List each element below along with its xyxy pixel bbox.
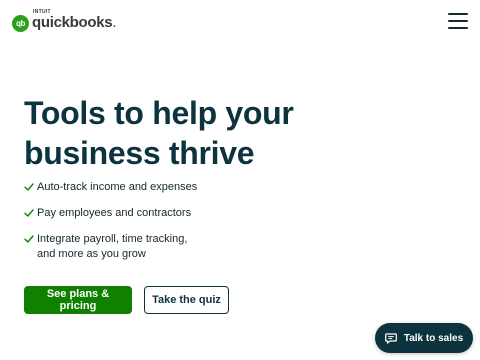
feature-list: Auto-track income and expenses Pay emplo… (24, 180, 197, 273)
feature-item: Auto-track income and expenses (24, 180, 197, 195)
logo-intuit-label: INTUIT (33, 9, 51, 15)
checkmark-icon (24, 235, 34, 243)
quickbooks-logo[interactable]: qb INTUIT quickbooks. (12, 9, 117, 32)
talk-to-sales-label: Talk to sales (403, 332, 464, 344)
hero-headline: Tools to help your business thrive (24, 95, 294, 171)
feature-item: Pay employees and contractors (24, 206, 197, 221)
menu-line (448, 27, 468, 29)
see-plans-pricing-button[interactable]: See plans & pricing (24, 286, 132, 314)
feature-text: Auto-track income and expenses (37, 181, 198, 193)
hamburger-menu-icon[interactable] (448, 13, 468, 29)
menu-line (448, 20, 468, 22)
qb-logo-icon: qb (12, 14, 29, 32)
take-quiz-button[interactable]: Take the quiz (144, 286, 229, 314)
feature-text: Pay employees and contractors (37, 207, 192, 219)
feature-text: Integrate payroll, time tracking, and mo… (37, 233, 188, 260)
logo-name-label: quickbooks (32, 14, 113, 31)
logo-wordmark: INTUIT quickbooks. (32, 9, 117, 32)
chat-bubble-icon (384, 332, 397, 344)
logo-dot: . (112, 14, 117, 31)
feature-item: Integrate payroll, time tracking, and mo… (24, 232, 197, 262)
checkmark-icon (24, 183, 34, 191)
checkmark-icon (24, 209, 34, 217)
menu-line (448, 13, 468, 15)
talk-to-sales-button[interactable]: Talk to sales (375, 323, 473, 353)
